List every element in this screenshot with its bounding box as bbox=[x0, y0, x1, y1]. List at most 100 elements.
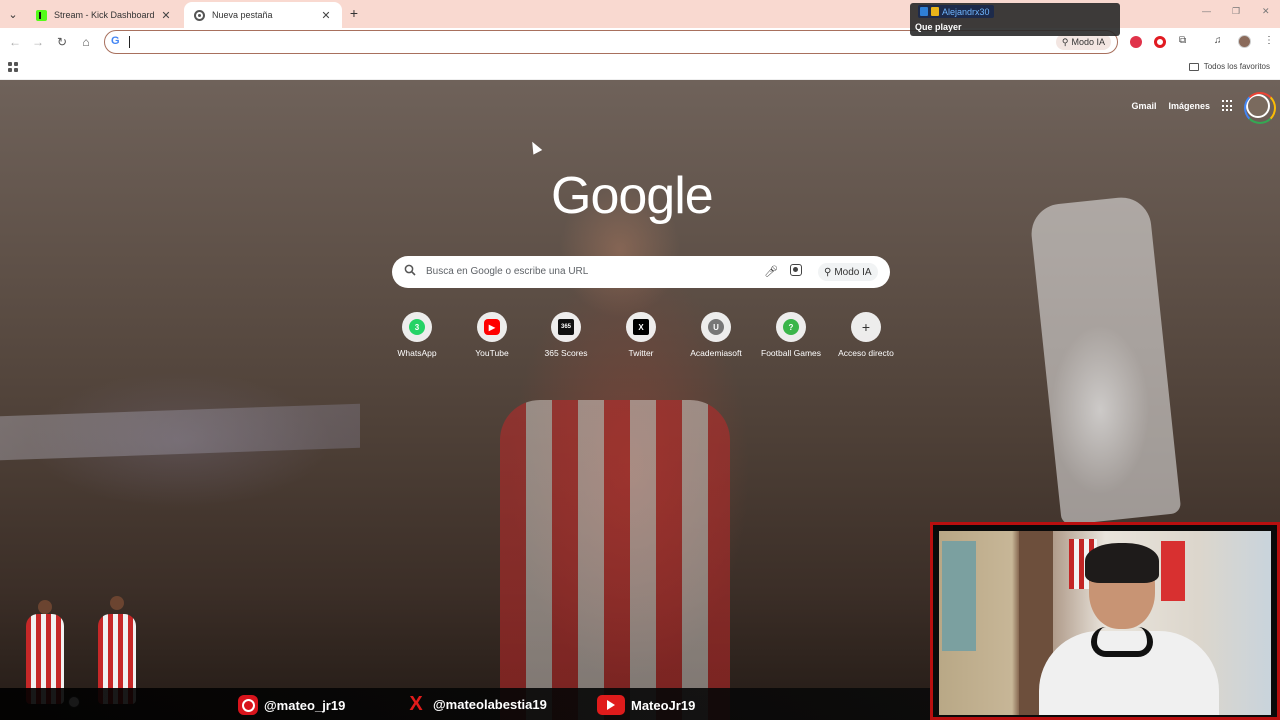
ai-mode-label: Modo IA bbox=[1071, 37, 1105, 47]
shortcut-label: Academiasoft bbox=[690, 348, 742, 358]
google-apps-icon[interactable] bbox=[1222, 100, 1234, 112]
gmail-link[interactable]: Gmail bbox=[1131, 101, 1156, 111]
text-caret bbox=[129, 36, 130, 48]
tab-new-tab[interactable]: Nueva pestaña ✕ bbox=[184, 2, 342, 28]
chat-message-text: Que player bbox=[915, 22, 962, 32]
search-box[interactable]: Busca en Google o escribe una URL 🎤︎ ⚲ M… bbox=[392, 256, 890, 288]
search-input[interactable]: Busca en Google o escribe una URL bbox=[426, 266, 588, 277]
social-instagram: @mateo_jr19 bbox=[238, 695, 345, 715]
new-tab-button[interactable]: + bbox=[346, 5, 362, 21]
hanging-jersey bbox=[1161, 541, 1185, 601]
google-logo: Google bbox=[551, 167, 714, 225]
subscriber-badge-icon bbox=[931, 7, 939, 16]
ai-mode-label: Modo IA bbox=[834, 266, 872, 278]
x-icon: X bbox=[409, 692, 423, 715]
youtube-icon bbox=[597, 695, 625, 715]
account-avatar[interactable] bbox=[1244, 92, 1276, 124]
minimize-icon[interactable]: — bbox=[1202, 6, 1211, 16]
extension-icon[interactable] bbox=[1130, 36, 1142, 48]
ntp-top-links: Gmail Imágenes bbox=[1131, 92, 1276, 124]
shortcut-tile: ? bbox=[776, 312, 806, 342]
shortcut-label: Acceso directo bbox=[838, 348, 894, 358]
back-icon[interactable]: ← bbox=[6, 33, 24, 51]
chat-message-overlay: Alejandrx30 Que player bbox=[910, 3, 1120, 36]
microphone-icon[interactable]: 🎤︎ bbox=[764, 265, 778, 278]
reload-icon[interactable]: ↻ bbox=[53, 33, 71, 51]
apps-grid-icon[interactable] bbox=[8, 62, 18, 72]
player-head bbox=[110, 596, 124, 610]
close-icon[interactable]: ✕ bbox=[160, 9, 172, 22]
ai-mode-button[interactable]: ⚲ Modo IA bbox=[1055, 34, 1111, 50]
shortcuts-grid: 3 WhatsApp ▶ YouTube 365 365 Scores X Tw… bbox=[392, 312, 894, 368]
kick-icon bbox=[36, 9, 47, 21]
webcam-feed bbox=[939, 531, 1271, 715]
background-stadium-banner bbox=[0, 403, 360, 461]
tab-kick-dashboard[interactable]: Stream - Kick Dashboard ✕ bbox=[26, 2, 182, 28]
google-g-icon: G bbox=[111, 35, 120, 47]
puzzle-extensions-icon[interactable]: ⧉ bbox=[1179, 35, 1186, 46]
chat-username: Alejandrx30 bbox=[942, 6, 990, 17]
mouse-cursor-icon bbox=[527, 139, 543, 155]
maximize-icon[interactable]: ❐ bbox=[1232, 6, 1240, 17]
shortcut-label: Twitter bbox=[628, 348, 654, 358]
all-favorites-label: Todos los favoritos bbox=[1203, 62, 1270, 71]
forward-icon[interactable]: → bbox=[29, 33, 47, 51]
shortcut-tile: 365 bbox=[551, 312, 581, 342]
media-controls-icon[interactable]: ♫ bbox=[1214, 35, 1222, 46]
home-icon[interactable]: ⌂ bbox=[77, 33, 95, 51]
social-handle: @mateolabestia19 bbox=[433, 696, 547, 712]
search-spark-icon: ⚲ bbox=[1061, 36, 1069, 47]
shortcut-tile: + bbox=[851, 312, 881, 342]
shortcut-label: Football Games bbox=[761, 348, 821, 358]
shortcut-label: WhatsApp bbox=[397, 348, 437, 358]
social-x: X @mateolabestia19 bbox=[405, 692, 547, 715]
shortcut-football-games[interactable]: ? Football Games bbox=[761, 312, 821, 358]
background-player-jersey bbox=[500, 400, 730, 720]
more-menu-icon[interactable]: ⋮ bbox=[1264, 35, 1274, 46]
academiasoft-icon: U bbox=[708, 319, 724, 335]
social-handle: MateoJr19 bbox=[631, 697, 696, 713]
profile-avatar[interactable] bbox=[1238, 35, 1251, 48]
question-icon: ? bbox=[783, 319, 799, 335]
shortcut-academiasoft[interactable]: U Academiasoft bbox=[686, 312, 746, 358]
plus-icon: + bbox=[861, 319, 871, 335]
shortcut-tile: U bbox=[701, 312, 731, 342]
tab-label: Nueva pestaña bbox=[212, 10, 273, 20]
shortcut-twitter[interactable]: X Twitter bbox=[611, 312, 671, 358]
shortcut-whatsapp[interactable]: 3 WhatsApp bbox=[387, 312, 447, 358]
shortcut-youtube[interactable]: ▶ YouTube bbox=[462, 312, 522, 358]
youtube-icon: ▶ bbox=[484, 319, 500, 335]
close-icon[interactable]: ✕ bbox=[320, 9, 332, 22]
close-window-icon[interactable]: ✕ bbox=[1262, 6, 1270, 17]
social-handles-bar: @mateo_jr19 X @mateolabestia19 MateoJr19 bbox=[0, 688, 930, 720]
shortcut-365-scores[interactable]: 365 365 Scores bbox=[536, 312, 596, 358]
wall-poster bbox=[942, 541, 976, 651]
webcam-frame bbox=[930, 522, 1280, 720]
player-head bbox=[38, 600, 52, 614]
ai-mode-button[interactable]: ⚲ Modo IA bbox=[818, 263, 878, 281]
bookmarks-bar: Todos los favoritos bbox=[0, 56, 1280, 80]
shortcut-tile: ▶ bbox=[477, 312, 507, 342]
chat-username-tag: Alejandrx30 bbox=[918, 5, 994, 18]
search-icon bbox=[404, 264, 416, 276]
add-shortcut-button[interactable]: + Acceso directo bbox=[836, 312, 896, 358]
images-link[interactable]: Imágenes bbox=[1168, 101, 1210, 111]
shortcut-tile: X bbox=[626, 312, 656, 342]
folder-icon bbox=[1188, 62, 1199, 71]
background-white-shirt bbox=[1028, 194, 1182, 526]
shortcut-tile: 3 bbox=[402, 312, 432, 342]
tab-label: Stream - Kick Dashboard bbox=[54, 10, 155, 20]
all-favorites-button[interactable]: Todos los favoritos bbox=[1188, 62, 1270, 71]
verified-badge-icon bbox=[920, 7, 928, 16]
opera-extension-icon[interactable] bbox=[1154, 36, 1166, 48]
tab-search-chevron-icon[interactable]: ⌄ bbox=[4, 5, 22, 23]
streamer-hair bbox=[1085, 543, 1159, 583]
whatsapp-icon: 3 bbox=[409, 319, 425, 335]
x-icon: X bbox=[633, 319, 649, 335]
instagram-icon bbox=[238, 695, 258, 715]
social-youtube: MateoJr19 bbox=[597, 695, 695, 715]
google-lens-icon[interactable] bbox=[790, 264, 802, 276]
shortcut-label: YouTube bbox=[475, 348, 509, 358]
social-handle: @mateo_jr19 bbox=[264, 697, 346, 713]
365scores-icon: 365 bbox=[558, 319, 574, 335]
